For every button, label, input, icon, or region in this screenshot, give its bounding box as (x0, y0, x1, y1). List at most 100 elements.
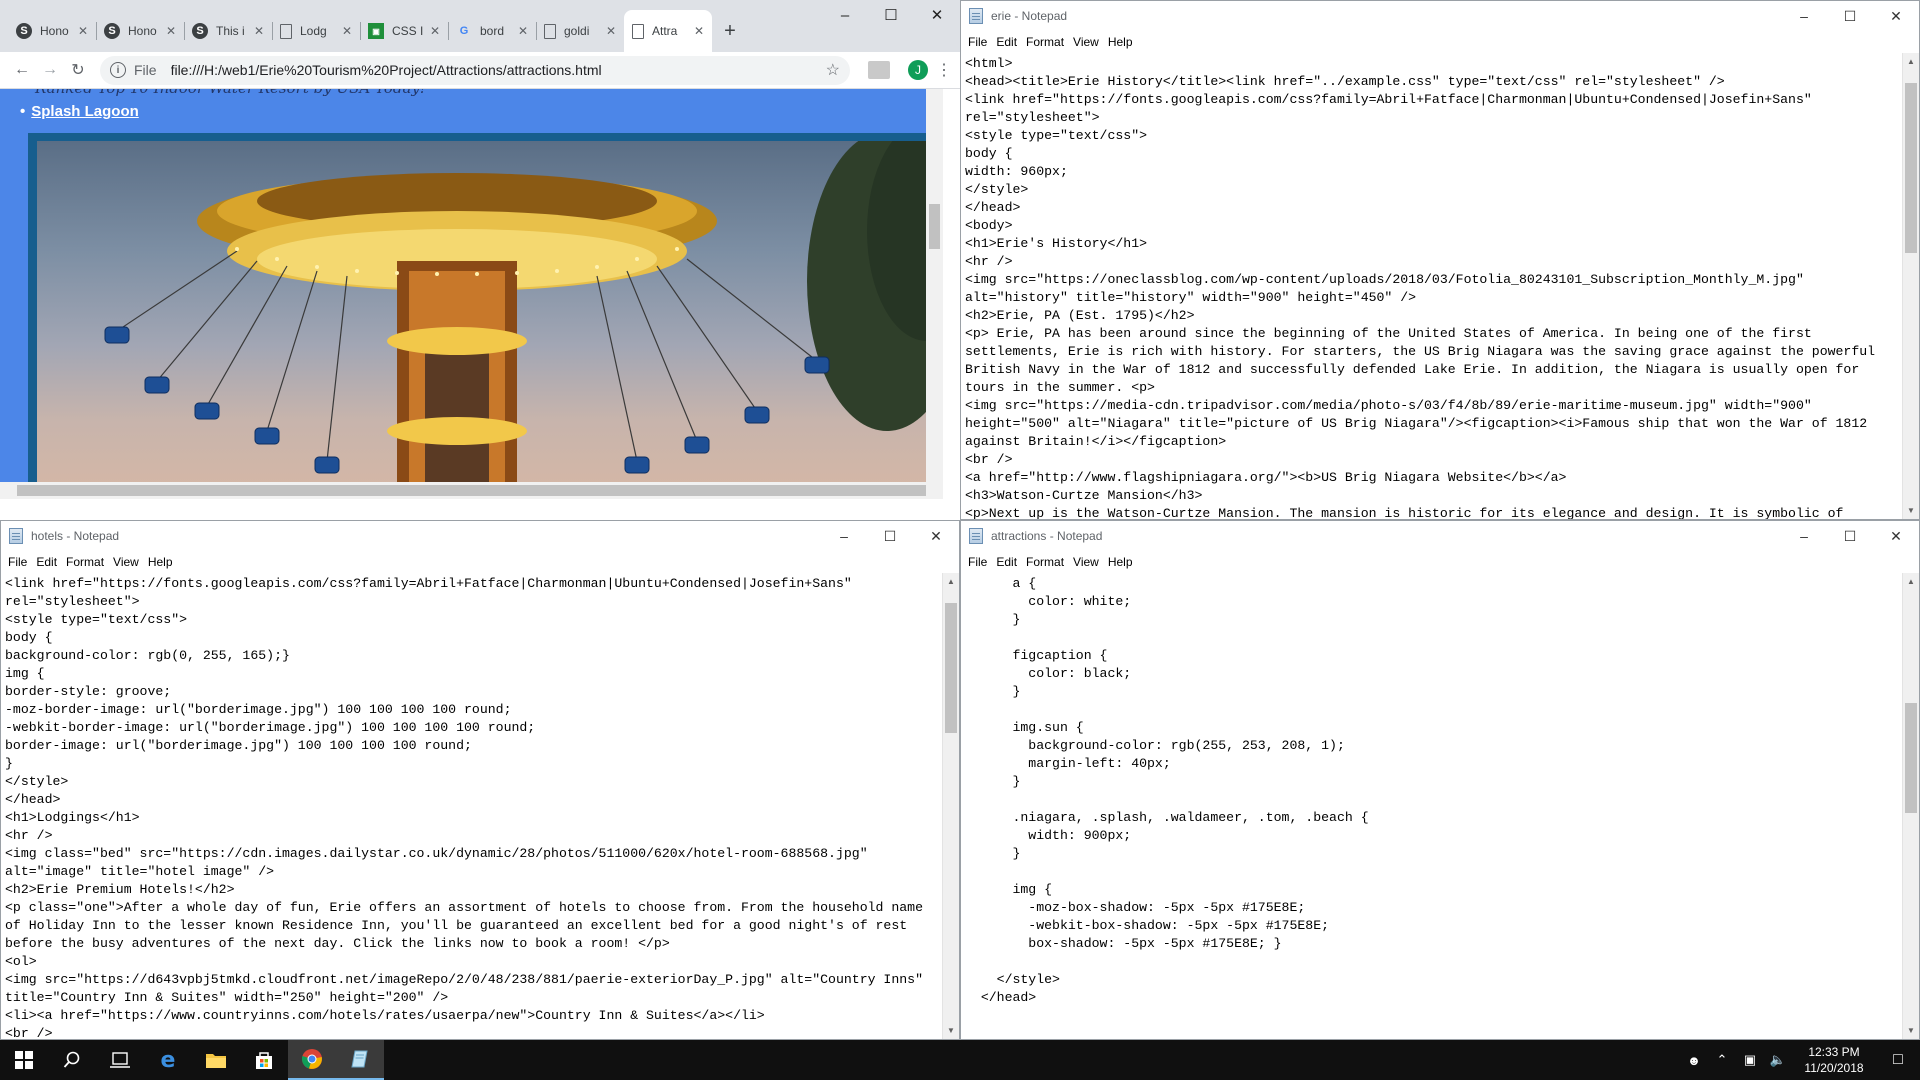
menu-file[interactable]: File (965, 555, 993, 569)
back-button[interactable]: ← (8, 61, 36, 79)
menu-view[interactable]: View (110, 555, 145, 569)
start-button[interactable] (0, 1040, 48, 1080)
tab-close-icon[interactable]: ✕ (694, 24, 704, 38)
tab-close-icon[interactable]: ✕ (78, 24, 88, 38)
scroll-down-icon[interactable]: ▼ (1903, 502, 1919, 519)
tab-close-icon[interactable]: ✕ (254, 24, 264, 38)
tab-close-icon[interactable]: ✕ (430, 24, 440, 38)
menu-file[interactable]: File (5, 555, 33, 569)
action-center-icon[interactable]: □ (1876, 1051, 1920, 1069)
menu-edit[interactable]: Edit (993, 35, 1023, 49)
document-icon (544, 23, 556, 39)
task-view-icon (110, 1052, 130, 1068)
minimize-button[interactable]: – (822, 0, 868, 30)
menu-view[interactable]: View (1070, 35, 1105, 49)
notepad-icon (351, 1050, 368, 1068)
editor-text[interactable]: a { color: white; } figcaption { color: … (965, 575, 1898, 1007)
text-editor[interactable]: <html> <head><title>Erie History</title>… (961, 53, 1902, 519)
page-horizontal-scrollbar[interactable] (0, 482, 943, 499)
profile-avatar[interactable]: J (908, 60, 928, 80)
vertical-scrollbar[interactable]: ▲ ▼ (1902, 53, 1919, 519)
window-title: attractions - Notepad (991, 529, 1103, 543)
page-ranking-text: Ranked Top 10 Indoor Water Resort by USA… (35, 89, 426, 97)
minimize-button[interactable]: – (1781, 521, 1827, 551)
menu-help[interactable]: Help (145, 555, 179, 569)
show-hidden-icons-chevron-icon[interactable]: ⌃ (1708, 1052, 1736, 1068)
scroll-down-icon[interactable]: ▼ (943, 1022, 959, 1039)
task-view-button[interactable] (96, 1040, 144, 1080)
search-button[interactable] (48, 1040, 96, 1080)
minimize-button[interactable]: – (821, 521, 867, 551)
s-icon: S (104, 23, 120, 39)
vertical-scrollbar[interactable]: ▲ ▼ (942, 573, 959, 1039)
browser-tab[interactable]: S Hono ✕ (96, 10, 184, 52)
new-tab-button[interactable]: + (712, 10, 748, 52)
menu-format[interactable]: Format (1023, 35, 1070, 49)
info-icon[interactable]: i (110, 62, 126, 78)
splash-lagoon-link[interactable]: Splash Lagoon (20, 103, 139, 120)
menu-edit[interactable]: Edit (993, 555, 1023, 569)
maximize-button[interactable]: ☐ (1827, 521, 1873, 551)
text-editor[interactable]: a { color: white; } figcaption { color: … (961, 573, 1902, 1039)
maximize-button[interactable]: ☐ (1827, 1, 1873, 31)
reload-button[interactable]: ↻ (64, 60, 92, 80)
menu-edit[interactable]: Edit (33, 555, 63, 569)
browser-tab[interactable]: Lodg ✕ (272, 10, 360, 52)
editor-text[interactable]: <link href="https://fonts.googleapis.com… (5, 575, 938, 1039)
editor-text[interactable]: <html> <head><title>Erie History</title>… (965, 55, 1898, 519)
menu-view[interactable]: View (1070, 555, 1105, 569)
scroll-up-icon[interactable]: ▲ (1903, 573, 1919, 590)
chrome-taskbar-button[interactable] (288, 1040, 336, 1080)
maximize-button[interactable]: ☐ (867, 521, 913, 551)
browser-tab[interactable]: Gbord ✕ (448, 10, 536, 52)
browser-tab[interactable]: ▣ CSS I ✕ (360, 10, 448, 52)
page-vertical-scrollbar[interactable] (926, 89, 943, 499)
close-button[interactable]: ✕ (1873, 521, 1919, 551)
menu-kebab-icon[interactable]: ⋮ (936, 60, 952, 80)
text-editor[interactable]: <link href="https://fonts.googleapis.com… (1, 573, 942, 1039)
tab-close-icon[interactable]: ✕ (342, 24, 352, 38)
menu-format[interactable]: Format (1023, 555, 1070, 569)
search-icon (63, 1051, 80, 1068)
tab-label: CSS I (392, 24, 424, 38)
vertical-scrollbar[interactable]: ▲ ▼ (1902, 573, 1919, 1039)
notepad-taskbar-button[interactable] (336, 1040, 384, 1080)
clock[interactable]: 12:33 PM 11/20/2018 (1792, 1044, 1876, 1076)
menu-help[interactable]: Help (1105, 35, 1139, 49)
network-icon[interactable]: ▣ (1736, 1052, 1764, 1068)
address-url[interactable]: file:///H:/web1/Erie%20Tourism%20Project… (171, 62, 826, 78)
menu-format[interactable]: Format (63, 555, 110, 569)
page-viewport: Ranked Top 10 Indoor Water Resort by USA… (0, 89, 943, 499)
close-button[interactable]: ✕ (914, 0, 960, 30)
scroll-up-icon[interactable]: ▲ (943, 573, 959, 590)
scroll-down-icon[interactable]: ▼ (1903, 1022, 1919, 1039)
browser-tab[interactable]: Attra ✕ (624, 10, 712, 52)
edge-taskbar-button[interactable]: e (144, 1040, 192, 1080)
tab-close-icon[interactable]: ✕ (166, 24, 176, 38)
menu-file[interactable]: File (965, 35, 993, 49)
scroll-up-icon[interactable]: ▲ (1903, 53, 1919, 70)
menu-bar: File Edit Format View Help (961, 551, 1919, 573)
maximize-button[interactable]: ☐ (868, 0, 914, 30)
bookmark-star-icon[interactable]: ☆ (826, 60, 840, 80)
volume-muted-icon[interactable]: 🔈 (1764, 1052, 1792, 1068)
document-icon (280, 23, 292, 39)
extension-icon[interactable] (868, 61, 890, 79)
menu-bar: File Edit Format View Help (961, 31, 1919, 53)
browser-tab[interactable]: goldi ✕ (536, 10, 624, 52)
system-tray: ☻ ⌃ ▣ 🔈 12:33 PM 11/20/2018 □ (1680, 1040, 1920, 1080)
store-taskbar-button[interactable] (240, 1040, 288, 1080)
tab-close-icon[interactable]: ✕ (518, 24, 528, 38)
file-explorer-taskbar-button[interactable] (192, 1040, 240, 1080)
tab-close-icon[interactable]: ✕ (606, 24, 616, 38)
address-bar[interactable]: i File file:///H:/web1/Erie%20Tourism%20… (100, 55, 850, 85)
people-icon[interactable]: ☻ (1680, 1053, 1708, 1068)
menu-help[interactable]: Help (1105, 555, 1139, 569)
carousel-illustration (104, 141, 943, 499)
browser-tab[interactable]: S Hono ✕ (8, 10, 96, 52)
close-button[interactable]: ✕ (913, 521, 959, 551)
close-button[interactable]: ✕ (1873, 1, 1919, 31)
forward-button[interactable]: → (36, 61, 64, 79)
browser-tab[interactable]: S This i ✕ (184, 10, 272, 52)
minimize-button[interactable]: – (1781, 1, 1827, 31)
